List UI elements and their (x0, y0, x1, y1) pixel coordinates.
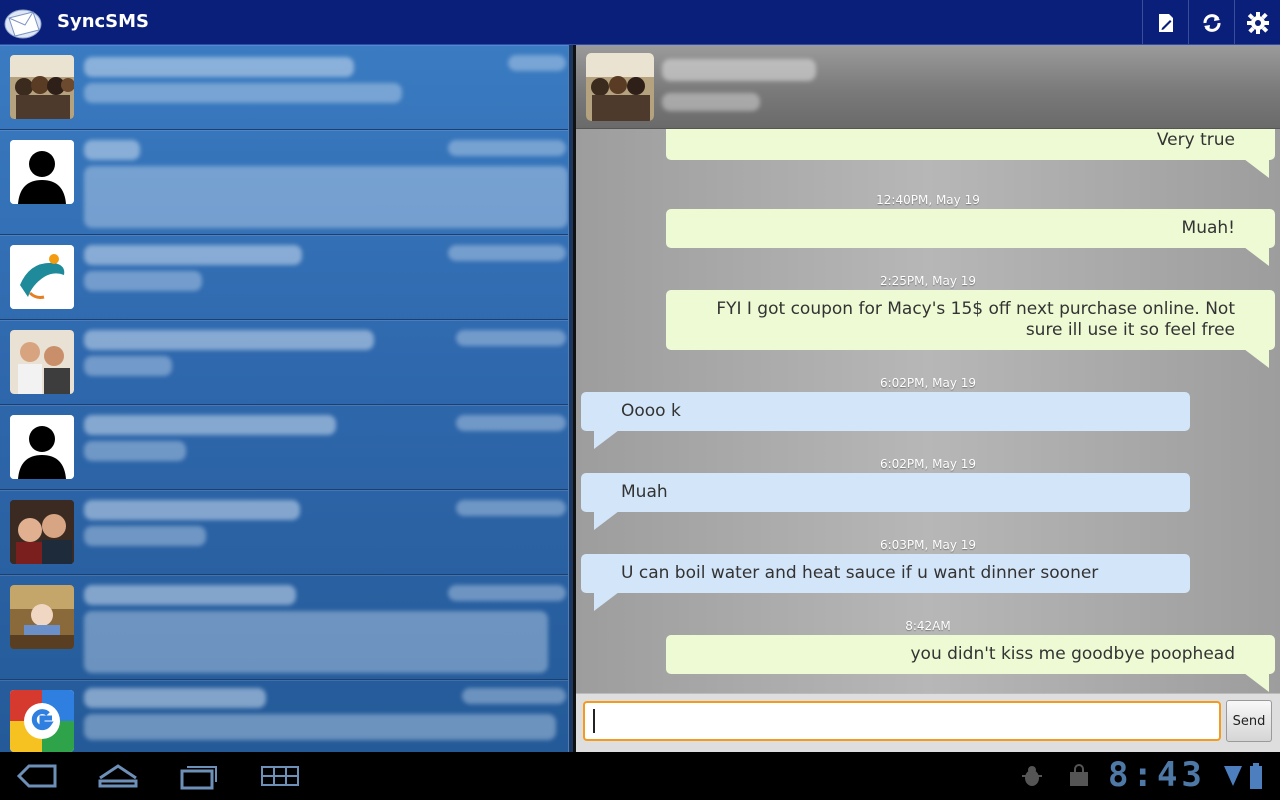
conversation-item[interactable] (0, 405, 573, 490)
redacted-date (448, 245, 566, 261)
redacted-preview (84, 611, 548, 673)
message-timestamp: 6:02PM, May 19 (879, 376, 977, 390)
settings-button[interactable] (1234, 0, 1280, 45)
contact-avatar (10, 415, 74, 479)
outgoing-message-bubble: FYI I got coupon for Macy's 15$ off next… (666, 290, 1275, 368)
bubble-tail (594, 592, 619, 611)
home-button[interactable] (94, 760, 142, 792)
redacted-preview (84, 441, 186, 461)
title-bar: SyncSMS (0, 0, 1280, 45)
redacted-preview (84, 271, 202, 291)
redacted-contact-name (84, 57, 354, 77)
message-timestamp: 2:25PM, May 19 (879, 274, 977, 288)
redacted-contact-name (84, 688, 266, 708)
contact-avatar (10, 245, 74, 309)
recent-apps-icon (180, 766, 217, 790)
menu-icon (261, 766, 299, 786)
incoming-message-bubble: Muah (581, 473, 1190, 530)
redacted-date (456, 415, 566, 431)
system-bar (0, 752, 1280, 800)
redacted-contact-name (84, 585, 296, 605)
back-button[interactable] (14, 760, 60, 792)
bubble-tail (1244, 159, 1269, 178)
incoming-message-bubble: U can boil water and heat sauce if u wan… (581, 554, 1190, 611)
redacted-preview (84, 714, 556, 740)
conversation-item[interactable] (0, 320, 573, 405)
bubble-tail (594, 430, 619, 449)
bubble-tail (1244, 247, 1269, 266)
redacted-date (508, 55, 566, 71)
message-list[interactable]: Very true 12:40PM, May 19 Muah! 2:25PM, May… (576, 129, 1280, 693)
back-icon (16, 764, 57, 788)
recent-apps-button[interactable] (176, 760, 220, 792)
thread-header (576, 45, 1280, 129)
outgoing-message-bubble: Very true (666, 129, 1275, 178)
menu-button[interactable] (258, 760, 302, 792)
redacted-date (456, 500, 566, 516)
contact-avatar (10, 585, 74, 649)
conversation-item[interactable] (0, 490, 573, 575)
redacted-preview (84, 526, 206, 546)
conversation-item[interactable] (0, 130, 573, 235)
battery-icon (1246, 760, 1266, 792)
outgoing-message-bubble: you didn't kiss me goodbye poophead (666, 635, 1275, 692)
compose-button[interactable] (1142, 0, 1188, 45)
message-input[interactable] (583, 701, 1221, 741)
message-thread: Very true 12:40PM, May 19 Muah! 2:25PM, May… (576, 45, 1280, 752)
redacted-date (462, 688, 566, 704)
message-timestamp: 6:02PM, May 19 (879, 457, 977, 471)
conversation-list[interactable] (0, 45, 573, 752)
contact-avatar (10, 500, 74, 564)
text-cursor (593, 709, 595, 733)
redacted-date (456, 330, 566, 346)
redacted-contact-name (662, 59, 816, 81)
contact-avatar (10, 140, 74, 204)
message-timestamp: 6:03PM, May 19 (879, 538, 977, 552)
conversation-item[interactable] (0, 45, 573, 130)
redacted-preview (84, 166, 568, 228)
redacted-contact-name (84, 140, 140, 160)
message-timestamp: 8:42AM (905, 619, 951, 633)
market-notification-icon[interactable] (1066, 760, 1092, 792)
contact-avatar (586, 53, 654, 121)
compose-icon (1158, 13, 1173, 32)
bubble-tail (594, 511, 619, 530)
outgoing-message-bubble: Muah! (666, 209, 1275, 266)
bubble-tail (1244, 349, 1269, 368)
redacted-preview (84, 356, 172, 376)
redacted-preview (84, 83, 402, 103)
incoming-message-bubble: Oooo k (581, 392, 1190, 449)
redacted-contact-name (84, 330, 374, 350)
refresh-button[interactable] (1188, 0, 1234, 45)
status-clock: 8:43 (1108, 755, 1206, 795)
redacted-date (448, 140, 566, 156)
app-logo-icon (3, 6, 45, 40)
redacted-contact-name (84, 245, 302, 265)
gear-icon (1246, 11, 1269, 34)
conversation-item[interactable] (0, 680, 573, 752)
redacted-contact-name (84, 415, 336, 435)
send-button[interactable]: Send (1226, 700, 1272, 742)
redacted-contact-name (84, 500, 300, 520)
redacted-date (448, 585, 566, 601)
wifi-icon (1222, 760, 1244, 792)
app-title: SyncSMS (57, 11, 150, 32)
message-timestamp: 12:40PM, May 19 (876, 193, 980, 207)
bubble-tail (1244, 673, 1269, 692)
contact-avatar (10, 330, 74, 394)
home-icon (98, 764, 138, 788)
redacted-contact-number (662, 93, 760, 111)
conversation-item[interactable] (0, 235, 573, 320)
compose-bar: Send (576, 693, 1280, 752)
conversation-item[interactable] (0, 575, 573, 680)
contact-avatar (10, 690, 74, 752)
refresh-icon (1203, 13, 1220, 32)
debug-notification-icon[interactable] (1018, 760, 1046, 792)
contact-avatar (10, 55, 74, 119)
